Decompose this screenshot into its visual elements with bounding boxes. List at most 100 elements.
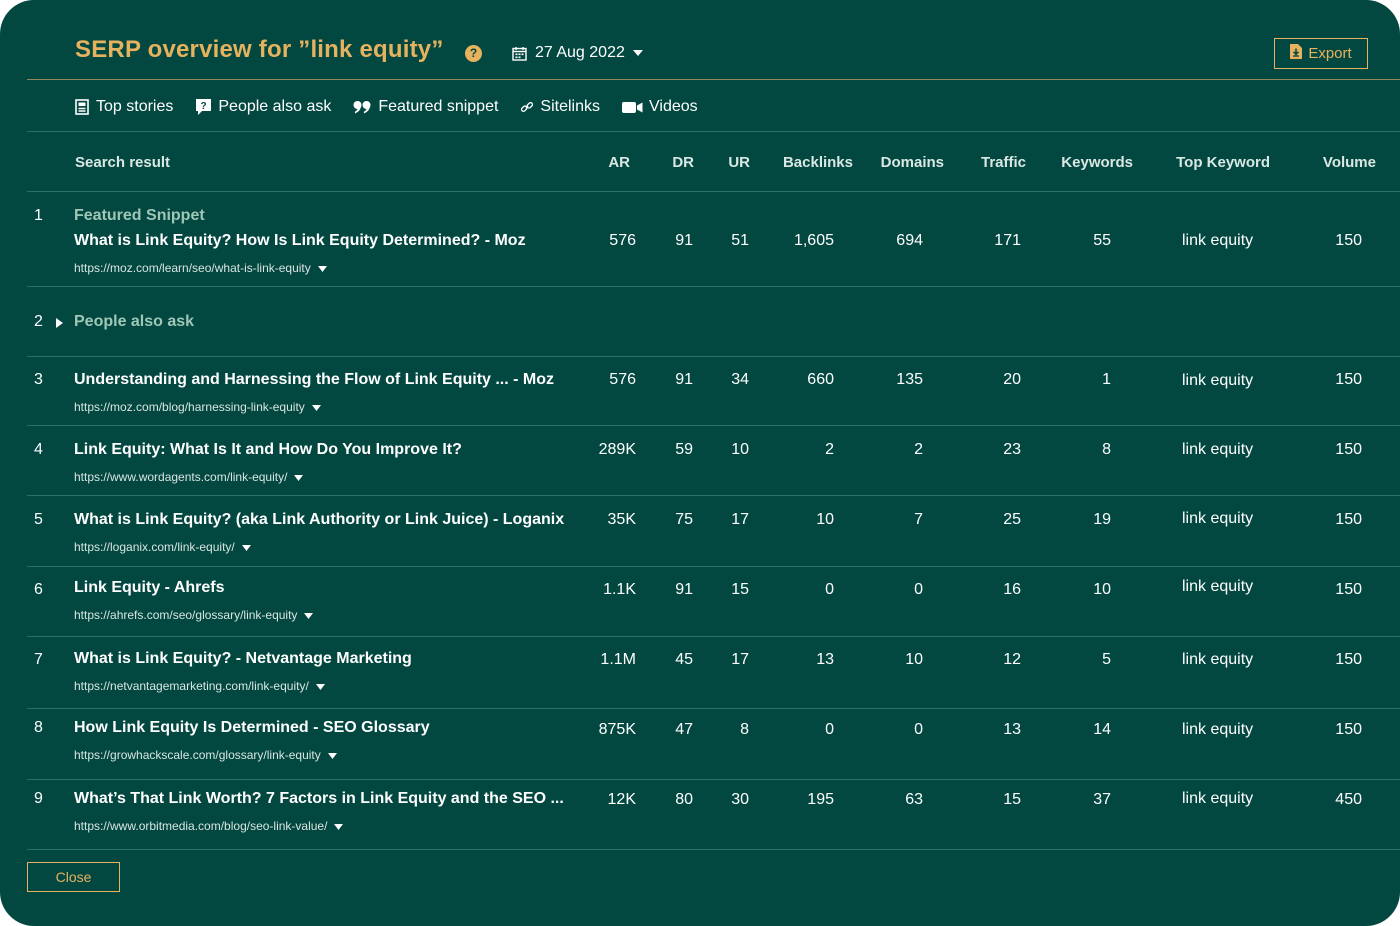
chevron-down-icon[interactable] <box>241 540 251 554</box>
question-bubble-icon: ? <box>195 98 212 116</box>
backlinks-value[interactable]: 660 <box>807 371 834 389</box>
serp-features-bar: Top stories ? People also ask Featured s… <box>75 96 698 118</box>
ur-value: 30 <box>731 791 749 808</box>
result-title-link[interactable]: What’s That Link Worth? 7 Factors in Lin… <box>74 790 564 808</box>
top-keyword-value: link equity <box>1182 441 1254 458</box>
backlinks-value[interactable]: 13 <box>816 651 834 669</box>
domains-value[interactable]: 2 <box>914 441 923 459</box>
domains-value[interactable]: 135 <box>896 371 923 389</box>
traffic-value[interactable]: 12 <box>1003 651 1021 669</box>
feature-people-also-ask[interactable]: ? People also ask <box>195 98 331 116</box>
result-url[interactable]: https://moz.com/learn/seo/what-is-link-e… <box>74 261 327 275</box>
feature-top-stories[interactable]: Top stories <box>75 98 173 116</box>
result-url[interactable]: https://loganix.com/link-equity/ <box>74 540 251 554</box>
traffic-value[interactable]: 25 <box>1003 511 1021 529</box>
result-title-link[interactable]: What is Link Equity? How Is Link Equity … <box>74 232 526 250</box>
domains-value[interactable]: 63 <box>905 791 923 809</box>
url-text: https://ahrefs.com/seo/glossary/link-equ… <box>74 608 298 622</box>
domains-value[interactable]: 0 <box>914 581 923 599</box>
result-url[interactable]: https://growhackscale.com/glossary/link-… <box>74 748 337 762</box>
keywords-value[interactable]: 8 <box>1102 441 1111 459</box>
column-header-ar[interactable]: AR <box>608 154 630 171</box>
feature-videos[interactable]: Videos <box>622 98 698 116</box>
help-icon[interactable]: ? <box>465 45 482 62</box>
backlinks-value[interactable]: 195 <box>807 791 834 809</box>
ar-value: 289K <box>598 441 636 458</box>
export-label: Export <box>1308 45 1352 62</box>
keywords-value[interactable]: 19 <box>1093 511 1111 529</box>
backlinks-value[interactable]: 1,605 <box>794 232 834 250</box>
domains-value[interactable]: 10 <box>905 651 923 669</box>
backlinks-value[interactable]: 10 <box>816 511 834 529</box>
keywords-value[interactable]: 5 <box>1102 651 1111 669</box>
column-header-traffic[interactable]: Traffic <box>981 154 1026 171</box>
traffic-value[interactable]: 171 <box>994 232 1021 250</box>
ar-value: 35K <box>607 511 636 528</box>
backlinks-value[interactable]: 0 <box>825 581 834 599</box>
chevron-down-icon[interactable] <box>315 679 325 693</box>
row-divider <box>27 286 1400 287</box>
date-picker[interactable]: 27 Aug 2022 <box>512 42 643 64</box>
result-url[interactable]: https://ahrefs.com/seo/glossary/link-equ… <box>74 608 314 622</box>
result-title-link[interactable]: Link Equity - Ahrefs <box>74 579 225 597</box>
column-header-ur[interactable]: UR <box>728 154 750 171</box>
chevron-down-icon[interactable] <box>334 819 344 833</box>
backlinks-value[interactable]: 2 <box>825 441 834 459</box>
people-also-ask-label[interactable]: People also ask <box>74 313 194 331</box>
domains-value[interactable]: 694 <box>896 232 923 250</box>
result-title-link[interactable]: What is Link Equity? (aka Link Authority… <box>74 511 564 529</box>
column-header-dr[interactable]: DR <box>672 154 694 171</box>
column-header-domains[interactable]: Domains <box>881 154 944 171</box>
dr-value: 75 <box>675 511 693 528</box>
feature-sitelinks[interactable]: Sitelinks <box>520 98 600 116</box>
result-url[interactable]: https://www.wordagents.com/link-equity/ <box>74 470 304 484</box>
column-header-volume[interactable]: Volume <box>1323 154 1376 171</box>
traffic-value[interactable]: 23 <box>1003 441 1021 459</box>
row-divider <box>27 495 1400 496</box>
traffic-value[interactable]: 13 <box>1003 721 1021 739</box>
row-number: 7 <box>34 651 43 668</box>
keywords-value[interactable]: 55 <box>1093 232 1111 250</box>
backlinks-value[interactable]: 0 <box>825 721 834 739</box>
keywords-value[interactable]: 37 <box>1093 791 1111 809</box>
result-url[interactable]: https://www.orbitmedia.com/blog/seo-link… <box>74 819 344 833</box>
column-header-search-result[interactable]: Search result <box>75 154 170 171</box>
volume-value: 150 <box>1335 511 1362 528</box>
chevron-down-icon[interactable] <box>311 400 321 414</box>
url-text: https://moz.com/learn/seo/what-is-link-e… <box>74 261 311 275</box>
result-title-link[interactable]: Link Equity: What Is It and How Do You I… <box>74 441 462 459</box>
expand-triangle-icon[interactable] <box>56 318 63 328</box>
dr-value: 91 <box>675 371 693 388</box>
domains-value[interactable]: 7 <box>914 511 923 529</box>
traffic-value[interactable]: 16 <box>1003 581 1021 599</box>
export-button[interactable]: Export <box>1274 38 1368 69</box>
feature-featured-snippet[interactable]: Featured snippet <box>353 98 498 116</box>
quote-icon <box>353 100 372 114</box>
column-header-keywords[interactable]: Keywords <box>1061 154 1133 171</box>
domains-value[interactable]: 0 <box>914 721 923 739</box>
chevron-down-icon[interactable] <box>317 261 327 275</box>
traffic-value[interactable]: 15 <box>1003 791 1021 809</box>
row-divider <box>27 849 1400 850</box>
top-keyword-value: link equity <box>1182 790 1254 807</box>
chevron-down-icon[interactable] <box>304 608 314 622</box>
result-url[interactable]: https://netvantagemarketing.com/link-equ… <box>74 679 325 693</box>
chevron-down-icon[interactable] <box>294 470 304 484</box>
result-title-link[interactable]: How Link Equity Is Determined - SEO Glos… <box>74 719 430 737</box>
traffic-value[interactable]: 20 <box>1003 371 1021 389</box>
column-header-backlinks[interactable]: Backlinks <box>783 154 853 171</box>
url-text: https://www.wordagents.com/link-equity/ <box>74 470 288 484</box>
ar-value: 1.1M <box>600 651 636 668</box>
date-label: 27 Aug 2022 <box>535 44 625 61</box>
keywords-value[interactable]: 1 <box>1102 371 1111 389</box>
chevron-down-icon[interactable] <box>327 748 337 762</box>
result-title-link[interactable]: Understanding and Harnessing the Flow of… <box>74 371 554 389</box>
result-title-link[interactable]: What is Link Equity? - Netvantage Market… <box>74 650 412 668</box>
keywords-value[interactable]: 10 <box>1093 581 1111 599</box>
result-url[interactable]: https://moz.com/blog/harnessing-link-equ… <box>74 400 321 414</box>
column-header-top-keyword[interactable]: Top Keyword <box>1176 154 1270 171</box>
row-divider <box>27 356 1400 357</box>
table-header-divider <box>27 191 1400 192</box>
close-button[interactable]: Close <box>27 862 120 892</box>
keywords-value[interactable]: 14 <box>1093 721 1111 739</box>
